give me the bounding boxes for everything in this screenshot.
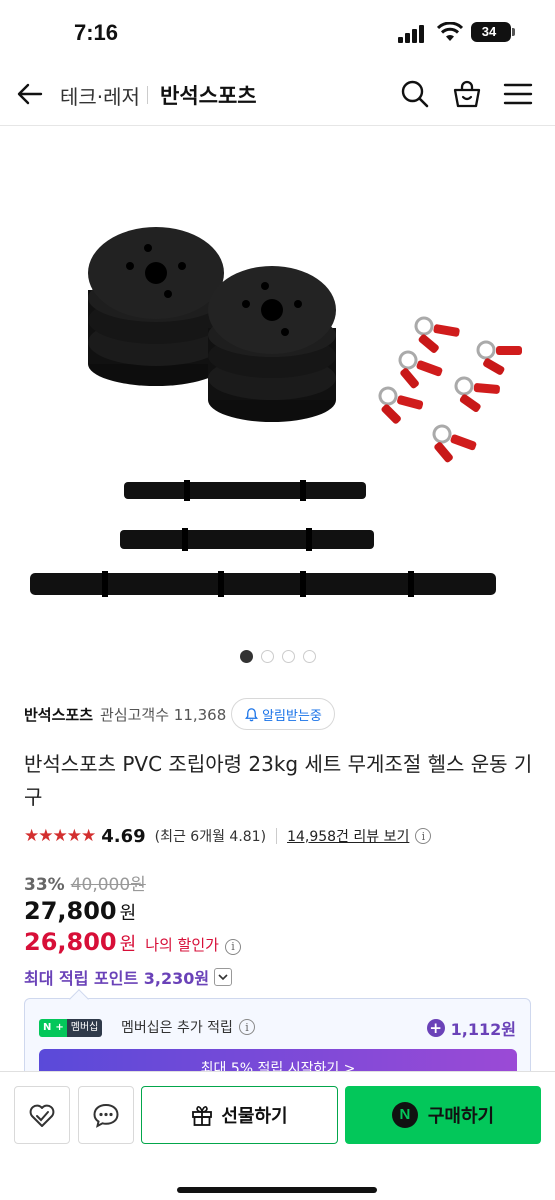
discount-row: 33% 40,000원 [24,870,146,895]
membership-points-value: 1,112원 [450,1020,516,1039]
gift-icon [192,1106,213,1126]
follower-count: 관심고객수 11,368 [100,705,227,724]
badge-plus: + [55,1019,67,1037]
review-link[interactable]: 14,958건 리뷰 보기 [287,826,409,846]
spring-collars [378,316,522,463]
wifi-icon [437,22,463,41]
discount-percent: 33% [24,875,65,895]
buy-label: 구매하기 [427,1106,495,1127]
original-price: 40,000원 [70,875,146,895]
dumbbell-bars [30,480,496,597]
membership-text-row: 멤버십은 추가 적립 i [121,1017,255,1037]
status-bar: 7:16 34 [0,0,555,62]
gift-button[interactable]: 선물하기 [141,1086,338,1144]
rating-row: ★★★★★ 4.69 (최근 6개월 4.81) 14,958건 리뷰 보기 i [24,824,432,848]
battery-icon: 34 [471,22,511,42]
bottom-action-bar: 선물하기 N 구매하기 [0,1071,555,1200]
store-title[interactable]: 반석스포츠 [160,80,257,110]
membership-text: 멤버십은 추가 적립 [121,1020,233,1036]
cellular-signal-icon [398,25,424,43]
notify-label: 알림받는중 [262,708,322,724]
gallery-dot[interactable] [261,650,274,663]
home-indicator [177,1187,377,1193]
my-discount-price: 26,800 원 나의 할인가 i [24,928,241,956]
membership-points: + 1,112원 [426,1016,516,1040]
battery-tip [512,28,515,36]
back-arrow-icon[interactable] [16,80,44,108]
weight-plates-right-stack [208,266,336,422]
gallery-dot[interactable] [303,650,316,663]
my-price-unit: 원 [119,934,137,955]
rating-stars-icon: ★★★★★ [24,826,96,846]
info-icon[interactable]: i [415,828,432,844]
store-info: 반석스포츠 관심고객수 11,368 [24,698,226,730]
max-points-label: 최대 적립 포인트 3,230원 [24,969,210,988]
info-icon[interactable]: i [224,938,241,955]
heart-check-icon [29,1104,55,1127]
product-image[interactable] [0,170,555,640]
menu-icon[interactable] [502,78,534,110]
notification-subscribe-button[interactable]: 알림받는중 [231,698,335,730]
rating-divider [276,828,278,844]
gift-label: 선물하기 [221,1106,288,1127]
search-icon[interactable] [399,78,431,110]
naverpay-n-icon: N [391,1102,418,1128]
badge-label: 멤버십 [66,1019,103,1037]
store-name[interactable]: 반석스포츠 [24,704,93,725]
breadcrumb-category[interactable]: 테크·레저 [60,81,140,110]
my-price-label: 나의 할인가 [145,936,219,954]
plus-circle-icon: + [426,1019,445,1037]
shopping-bag-icon[interactable] [451,78,483,110]
sale-price-amount: 27,800 [24,897,117,925]
max-points-toggle[interactable]: 최대 적립 포인트 3,230원 [24,965,233,989]
chevron-down-icon[interactable] [214,968,233,986]
gallery-dot[interactable] [240,650,253,663]
wishlist-button[interactable] [14,1086,70,1144]
my-price-amount: 26,800 [24,928,117,956]
recent-rating: (최근 6개월 4.81) [154,829,267,845]
buy-button[interactable]: N 구매하기 [345,1086,541,1144]
battery-level: 34 [481,24,497,39]
badge-n: N [39,1019,56,1037]
rating-score: 4.69 [101,825,146,847]
bell-icon [245,707,259,721]
info-icon[interactable]: i [238,1019,255,1035]
talk-chat-button[interactable] [78,1086,134,1144]
gallery-dot[interactable] [282,650,295,663]
sale-price-unit: 원 [119,903,137,924]
naver-plus-membership-badge: N + 멤버십 [39,1019,103,1037]
gallery-pagination [240,650,316,664]
chat-bubble-icon [93,1103,119,1128]
header-divider [147,86,148,104]
sale-price: 27,800 원 [24,897,136,925]
top-navigation: 테크·레저 반석스포츠 [0,62,555,126]
status-time: 7:16 [74,20,119,45]
product-title: 반석스포츠 PVC 조립아령 23kg 세트 무게조절 헬스 운동 기구 [24,752,533,809]
weight-plates-left-stack [88,227,224,386]
